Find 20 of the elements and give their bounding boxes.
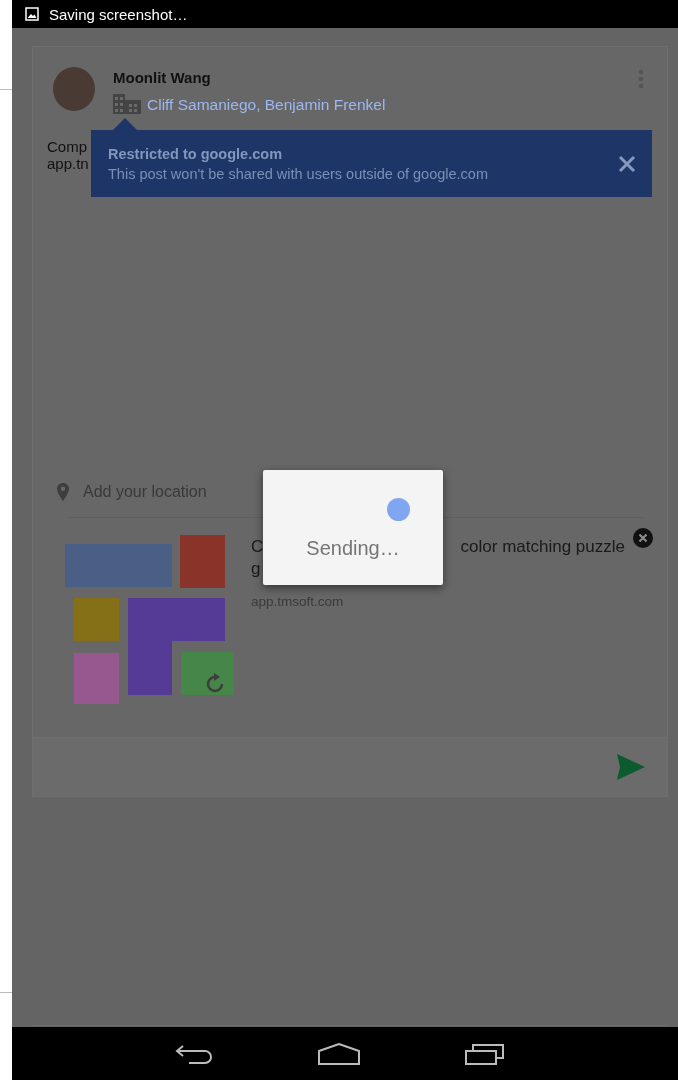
link-title: g (251, 558, 261, 580)
post-text: app.tn (47, 155, 89, 172)
author-name: Moonlit Wang (113, 69, 212, 86)
tooltip-message: This post won't be shared with users outside of google.com (108, 165, 489, 182)
close-icon[interactable] (618, 154, 636, 173)
location-pin-icon (57, 483, 69, 501)
dialog-message: Sending… (306, 537, 400, 560)
image-icon (25, 7, 39, 21)
home-icon[interactable] (318, 1042, 360, 1065)
tooltip-title: Restricted to google.com (108, 145, 284, 162)
audience-link[interactable]: Cliff Samaniego, Benjamin Frenkel (147, 96, 386, 114)
progress-dot (387, 498, 410, 521)
link-title: color matching puzzle (460, 536, 625, 558)
notification-text: Saving screenshot… (49, 5, 188, 23)
back-icon[interactable] (175, 1043, 213, 1064)
remove-icon[interactable] (633, 528, 653, 548)
post-text: Comp (47, 138, 87, 155)
avatar (53, 67, 95, 111)
recent-apps-icon[interactable] (465, 1042, 505, 1065)
link-title: C (251, 536, 264, 558)
